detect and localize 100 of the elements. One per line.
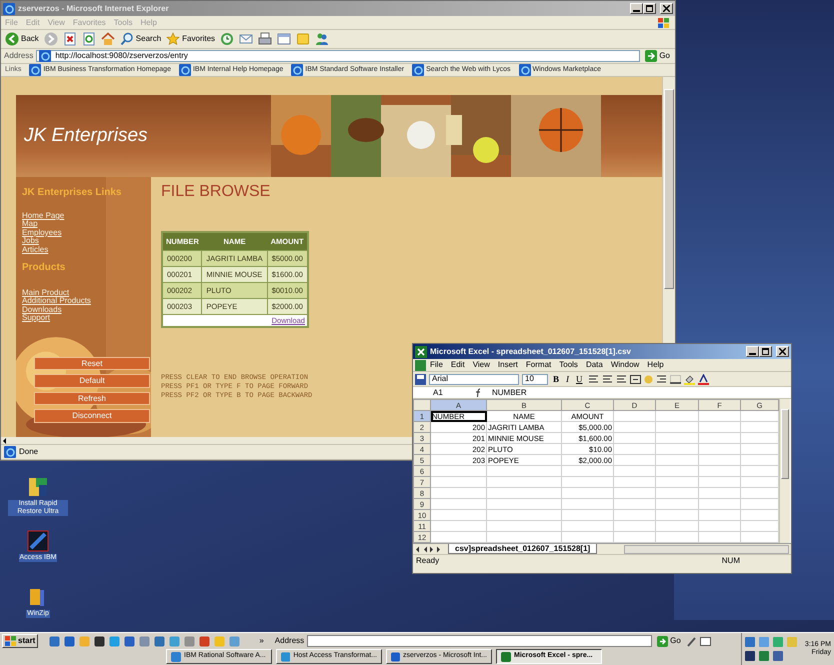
sidebar-link[interactable]: Articles — [22, 246, 48, 254]
site-title: JK Enterprises — [23, 124, 149, 148]
refresh-icon — [82, 32, 96, 46]
menu-item[interactable]: Help — [643, 360, 668, 370]
minimize-button[interactable] — [746, 346, 759, 357]
start-button[interactable]: start — [2, 634, 38, 648]
sidebar-link[interactable]: Map — [22, 220, 38, 229]
printer-icon — [258, 32, 272, 46]
sidebar-link[interactable]: Jobs — [22, 237, 39, 246]
page-icon — [29, 64, 42, 76]
underline-button[interactable]: U — [574, 374, 585, 384]
edit-button[interactable] — [275, 32, 294, 46]
address-field[interactable] — [307, 635, 652, 647]
status-text: Done — [19, 447, 38, 457]
page-icon — [4, 446, 16, 458]
maximize-icon — [646, 5, 653, 12]
tray-icon[interactable] — [772, 651, 783, 661]
address-field[interactable]: http://localhost:9080/zserverzos/entry — [36, 50, 640, 62]
close-icon — [663, 5, 670, 12]
horizontal-scrollbar[interactable] — [624, 544, 789, 554]
home-button[interactable] — [98, 32, 117, 46]
sidebar-link[interactable]: Home Page — [22, 212, 64, 220]
save-icon — [415, 374, 426, 384]
page-icon — [178, 64, 191, 76]
indent-icon — [656, 374, 667, 384]
sidebar-link[interactable]: Support — [22, 314, 50, 323]
page-heading: FILE BROWSE — [161, 182, 270, 202]
status-text: Ready — [416, 556, 440, 566]
name-box[interactable]: A1 — [415, 388, 470, 398]
borders-icon — [670, 374, 681, 384]
scrollbar-thumb[interactable] — [781, 409, 789, 479]
menu-item[interactable]: Format — [522, 360, 556, 370]
menu-item[interactable]: Data — [582, 360, 607, 370]
search-button[interactable]: Search — [118, 32, 164, 46]
menu-item[interactable]: View — [468, 360, 494, 370]
address-label: Address — [4, 51, 34, 61]
menu-item[interactable]: File — [426, 360, 447, 370]
go-button[interactable]: Go — [655, 636, 683, 646]
quick-launch-icon[interactable] — [124, 636, 136, 646]
page-icon — [39, 50, 52, 62]
forward-icon — [44, 32, 58, 46]
menu-item[interactable]: Insert — [494, 360, 522, 370]
sidebar-link[interactable]: Downloads — [22, 306, 62, 314]
italic-button[interactable]: I — [564, 374, 572, 384]
sidebar-button[interactable]: Refresh — [34, 392, 150, 406]
font-field[interactable]: Arial — [429, 374, 519, 384]
mail-button[interactable] — [237, 32, 256, 46]
font-color-icon — [698, 374, 709, 384]
favorites-button[interactable]: Favorites — [164, 32, 218, 46]
window-title: zserverzos - Microsoft Internet Explorer — [18, 4, 169, 14]
sidebar-heading: JK Enterprises Links — [22, 187, 122, 198]
menu-item[interactable]: Edit — [446, 360, 469, 370]
window-title: Microsoft Excel - spreadsheet_012607_151528[1].csv — [430, 346, 632, 356]
maximize-button[interactable] — [759, 346, 772, 357]
star-icon — [166, 32, 180, 46]
search-icon — [120, 32, 134, 46]
quick-launch-icon[interactable] — [94, 636, 106, 646]
bold-button[interactable]: B — [551, 374, 562, 384]
sidebar-link[interactable]: Additional Products — [22, 297, 91, 306]
maximize-button[interactable] — [643, 3, 656, 14]
sidebar-button[interactable]: Reset — [34, 356, 150, 370]
people-icon — [315, 32, 330, 46]
address-label: Address — [274, 636, 304, 646]
home-icon — [100, 32, 115, 46]
quick-launch-icon[interactable] — [64, 636, 76, 646]
windows-flag-icon — [5, 636, 16, 646]
num-lock-indicator: NUM — [722, 556, 740, 566]
go-arrow-icon — [657, 636, 668, 646]
sidebar-button[interactable]: Disconnect — [34, 409, 150, 423]
more-button[interactable]: » — [259, 636, 264, 646]
minimize-button[interactable] — [630, 3, 643, 14]
page-icon — [518, 64, 531, 76]
menu-item[interactable]: Tools — [555, 360, 582, 370]
close-button[interactable] — [776, 346, 789, 357]
go-button[interactable]: Go — [643, 50, 672, 62]
menu-item[interactable]: Window — [606, 360, 644, 370]
print-button[interactable] — [256, 32, 274, 46]
page-icon — [291, 64, 304, 76]
close-icon — [779, 348, 786, 355]
font-size-field[interactable]: 10 — [522, 374, 548, 384]
sheet-tab[interactable]: csv]spreadsheet_012607_151528[1] — [448, 544, 598, 554]
scrollbar-thumb[interactable] — [664, 89, 674, 289]
back-button[interactable]: Back — [3, 32, 41, 46]
formula-field[interactable]: NUMBER — [488, 388, 789, 398]
browser-icon — [3, 2, 15, 14]
currency-icon — [644, 374, 653, 384]
maximize-icon — [762, 348, 769, 355]
windows-flag-icon — [657, 16, 671, 28]
sidebar-heading: Products — [22, 262, 66, 273]
application-icon — [27, 530, 49, 552]
page-icon — [412, 64, 424, 76]
sidebar-link[interactable]: Employees — [22, 228, 62, 238]
sidebar-button[interactable]: Default — [34, 374, 150, 388]
close-button[interactable] — [660, 3, 673, 14]
tray-icon[interactable] — [744, 651, 755, 661]
align-icon — [616, 374, 627, 384]
align-icon — [588, 374, 599, 384]
sidebar-link[interactable]: Main Product — [22, 288, 70, 298]
application-icon — [27, 476, 49, 498]
stop-icon — [62, 32, 77, 46]
